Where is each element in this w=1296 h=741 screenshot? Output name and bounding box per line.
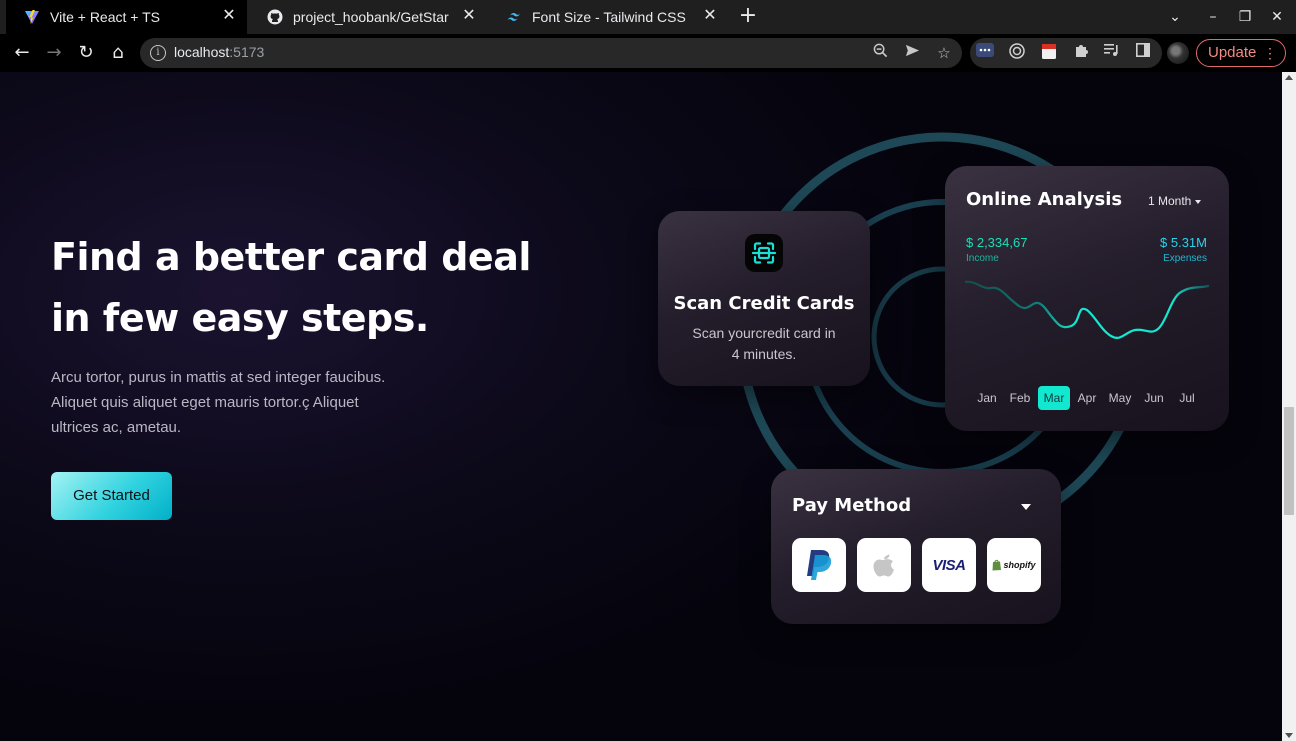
page-scrollbar[interactable] [1282, 72, 1296, 741]
update-label: Update [1208, 44, 1257, 61]
visa-logo: VISA [932, 556, 966, 574]
scan-card-title: Scan Credit Cards [673, 293, 855, 314]
restore-button[interactable]: ❐ [1234, 6, 1256, 28]
scroll-up-arrow[interactable] [1285, 75, 1293, 80]
close-icon[interactable]: ✕ [461, 8, 477, 24]
close-window-button[interactable]: ✕ [1266, 6, 1288, 28]
pay-method-title: Pay Method [792, 495, 912, 516]
calendar-extension-icon[interactable] [1039, 43, 1059, 63]
hero-description-line-2: Aliquet quis aliquet eget mauris tortor.… [51, 394, 359, 411]
browser-tab-strip: Vite + React + TS ✕ project_hoobank/GetS… [0, 0, 1296, 34]
paypal-button[interactable] [792, 538, 846, 592]
close-icon[interactable]: ✕ [221, 8, 237, 24]
bookmark-star-icon[interactable]: ☆ [934, 43, 954, 63]
caret-down-icon [1195, 199, 1202, 204]
hero-description-line-1: Arcu tortor, purus in mattis at sed inte… [51, 369, 386, 386]
month-mar[interactable]: Mar [1038, 386, 1070, 410]
shopify-logo: shopify [1003, 560, 1036, 570]
scroll-down-arrow[interactable] [1285, 733, 1293, 738]
update-button[interactable]: Update ⋮ [1196, 39, 1286, 67]
chevron-down-icon[interactable] [1021, 504, 1031, 510]
scrollbar-thumb[interactable] [1284, 407, 1294, 515]
month-apr[interactable]: Apr [1071, 386, 1103, 410]
scan-credit-cards-card: Scan Credit Cards Scan yourcredit card i… [658, 211, 870, 386]
get-started-button[interactable]: Get Started [51, 472, 172, 520]
vite-icon [24, 9, 40, 25]
back-button[interactable]: ← [10, 41, 34, 65]
month-feb[interactable]: Feb [1004, 386, 1036, 410]
tab-title: Vite + React + TS [50, 9, 160, 25]
media-control-icon[interactable] [1102, 43, 1122, 63]
tab-search-icon[interactable]: ⌄ [1164, 6, 1186, 28]
income-label: Income [966, 253, 999, 264]
scan-card-description-line-1: Scan yourcredit card in [692, 325, 836, 341]
scan-icon [745, 234, 783, 272]
hero-title-line-2: in few easy steps. [51, 296, 429, 340]
new-tab-button[interactable]: + [737, 5, 759, 28]
month-jun[interactable]: Jun [1138, 386, 1170, 410]
target-extension-icon[interactable] [1007, 43, 1027, 63]
tab-github[interactable]: project_hoobank/GetStar ✕ [249, 0, 487, 34]
month-jul[interactable]: Jul [1171, 386, 1203, 410]
online-analysis-card: Online Analysis 1 Month $ 2,334,67 Incom… [945, 166, 1229, 431]
scan-card-description-line-2: 4 minutes. [731, 346, 797, 362]
apple-pay-button[interactable] [857, 538, 911, 592]
minimize-button[interactable]: – [1202, 6, 1224, 28]
month-selector: Jan Feb Mar Apr May Jun Jul [965, 386, 1209, 410]
tab-title: project_hoobank/GetStar [293, 9, 449, 25]
shopify-button[interactable]: shopify [987, 538, 1041, 592]
send-icon[interactable] [902, 43, 922, 63]
puzzle-icon[interactable] [1071, 43, 1091, 63]
shopify-bag-icon [992, 559, 1002, 571]
tab-title: Font Size - Tailwind CSS [532, 9, 686, 25]
profile-avatar[interactable] [1167, 42, 1189, 64]
hero-title-line-1: Find a better card deal [51, 235, 531, 279]
extensions-bar [970, 38, 1162, 68]
browser-toolbar: ← → ↻ ⌂ i localhost:5173 ☆ Update ⋮ [0, 34, 1296, 72]
side-panel-icon[interactable] [1133, 43, 1153, 63]
page-viewport: Find a better card deal in few easy step… [0, 72, 1282, 741]
more-menu-icon[interactable]: ⋮ [1263, 40, 1277, 66]
month-jan[interactable]: Jan [971, 386, 1003, 410]
tab-tailwind[interactable]: Font Size - Tailwind CSS ✕ [488, 0, 728, 34]
analysis-title: Online Analysis [966, 189, 1123, 210]
visa-button[interactable]: VISA [922, 538, 976, 592]
analysis-line-chart [965, 280, 1209, 339]
close-icon[interactable]: ✕ [702, 8, 718, 24]
hero-title: Find a better card deal in few easy step… [51, 227, 571, 349]
paypal-logo [807, 550, 832, 580]
extension-dots-icon[interactable] [975, 43, 995, 63]
hero-description: Arcu tortor, purus in mattis at sed inte… [51, 365, 451, 440]
scan-card-description: Scan yourcredit card in 4 minutes. [678, 323, 850, 365]
zoom-icon[interactable] [870, 43, 890, 63]
hero-description-line-3: ultrices ac, ametau. [51, 419, 182, 436]
reload-button[interactable]: ↻ [74, 41, 98, 65]
url-text[interactable]: localhost:5173 [174, 44, 264, 60]
expenses-label: Expenses [1163, 253, 1207, 264]
month-may[interactable]: May [1104, 386, 1136, 410]
tab-vite[interactable]: Vite + React + TS ✕ [6, 0, 247, 34]
home-button[interactable]: ⌂ [106, 41, 130, 65]
apple-logo [873, 554, 894, 577]
url-port: :5173 [229, 44, 265, 60]
tailwind-icon [506, 9, 522, 25]
site-info-icon[interactable]: i [150, 45, 166, 61]
expenses-value: $ 5.31M [1160, 235, 1207, 250]
github-icon [267, 9, 283, 25]
url-host: localhost [174, 44, 230, 60]
period-label: 1 Month [1148, 194, 1192, 208]
pay-method-card: Pay Method VISA shopify [771, 469, 1061, 624]
address-bar[interactable]: i localhost:5173 ☆ [140, 38, 962, 68]
forward-button[interactable]: → [42, 41, 66, 65]
period-dropdown[interactable]: 1 Month [1148, 194, 1202, 208]
analysis-line [965, 280, 1209, 339]
income-value: $ 2,334,67 [966, 235, 1028, 250]
